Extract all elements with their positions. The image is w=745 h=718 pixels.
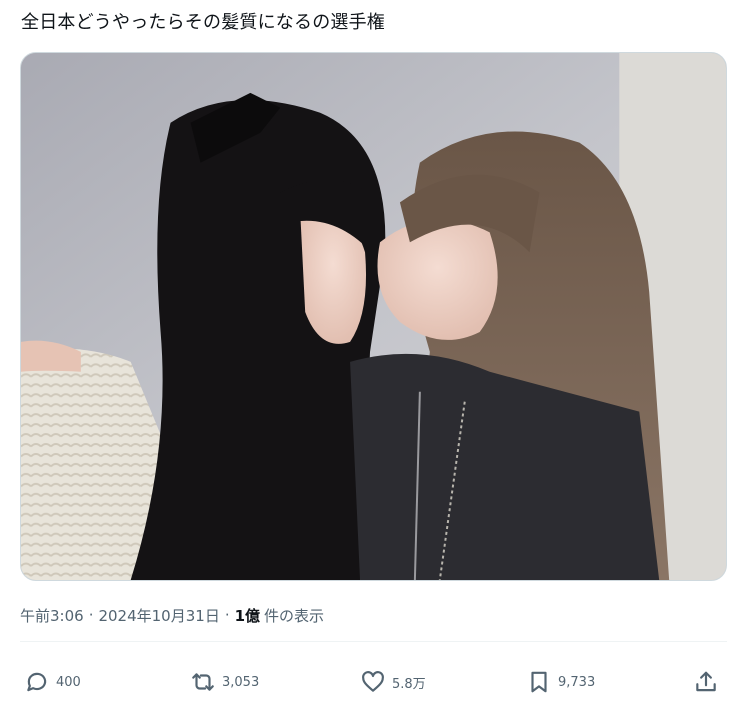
photo-illustration xyxy=(21,53,726,580)
reply-count: 400 xyxy=(56,674,81,690)
post-photo[interactable] xyxy=(20,52,727,581)
bookmark-count: 9,733 xyxy=(558,674,596,690)
share-button[interactable] xyxy=(693,664,719,700)
repost-button[interactable]: 3,053 xyxy=(190,664,259,700)
post-text: 全日本どうやったらその髪質になるの選手権 xyxy=(21,12,385,33)
heart-icon xyxy=(362,671,384,692)
meta-separator-2: · xyxy=(224,606,230,624)
like-button[interactable]: 5.8万 xyxy=(360,664,426,700)
post-meta: 午前3:06 · 2024年10月31日 · 1億 件の表示 xyxy=(20,604,324,626)
views-label: 件の表示 xyxy=(264,606,325,625)
divider xyxy=(20,641,727,642)
meta-separator: · xyxy=(88,606,94,624)
reply-button[interactable]: 400 xyxy=(24,664,81,700)
share-upload-icon xyxy=(696,671,716,692)
like-count: 5.8万 xyxy=(392,676,426,692)
post-date[interactable]: 2024年10月31日 xyxy=(98,605,219,626)
bookmark-button[interactable]: 9,733 xyxy=(526,664,595,700)
repost-arrows-icon xyxy=(192,673,214,691)
action-bar: 400 3,053 5.8万 9,733 xyxy=(20,664,727,700)
views-count[interactable]: 1億 xyxy=(235,605,260,626)
speech-bubble-icon xyxy=(27,672,47,692)
post-time[interactable]: 午前3:06 xyxy=(20,605,84,626)
repost-count: 3,053 xyxy=(222,674,260,690)
bookmark-icon xyxy=(531,671,547,693)
